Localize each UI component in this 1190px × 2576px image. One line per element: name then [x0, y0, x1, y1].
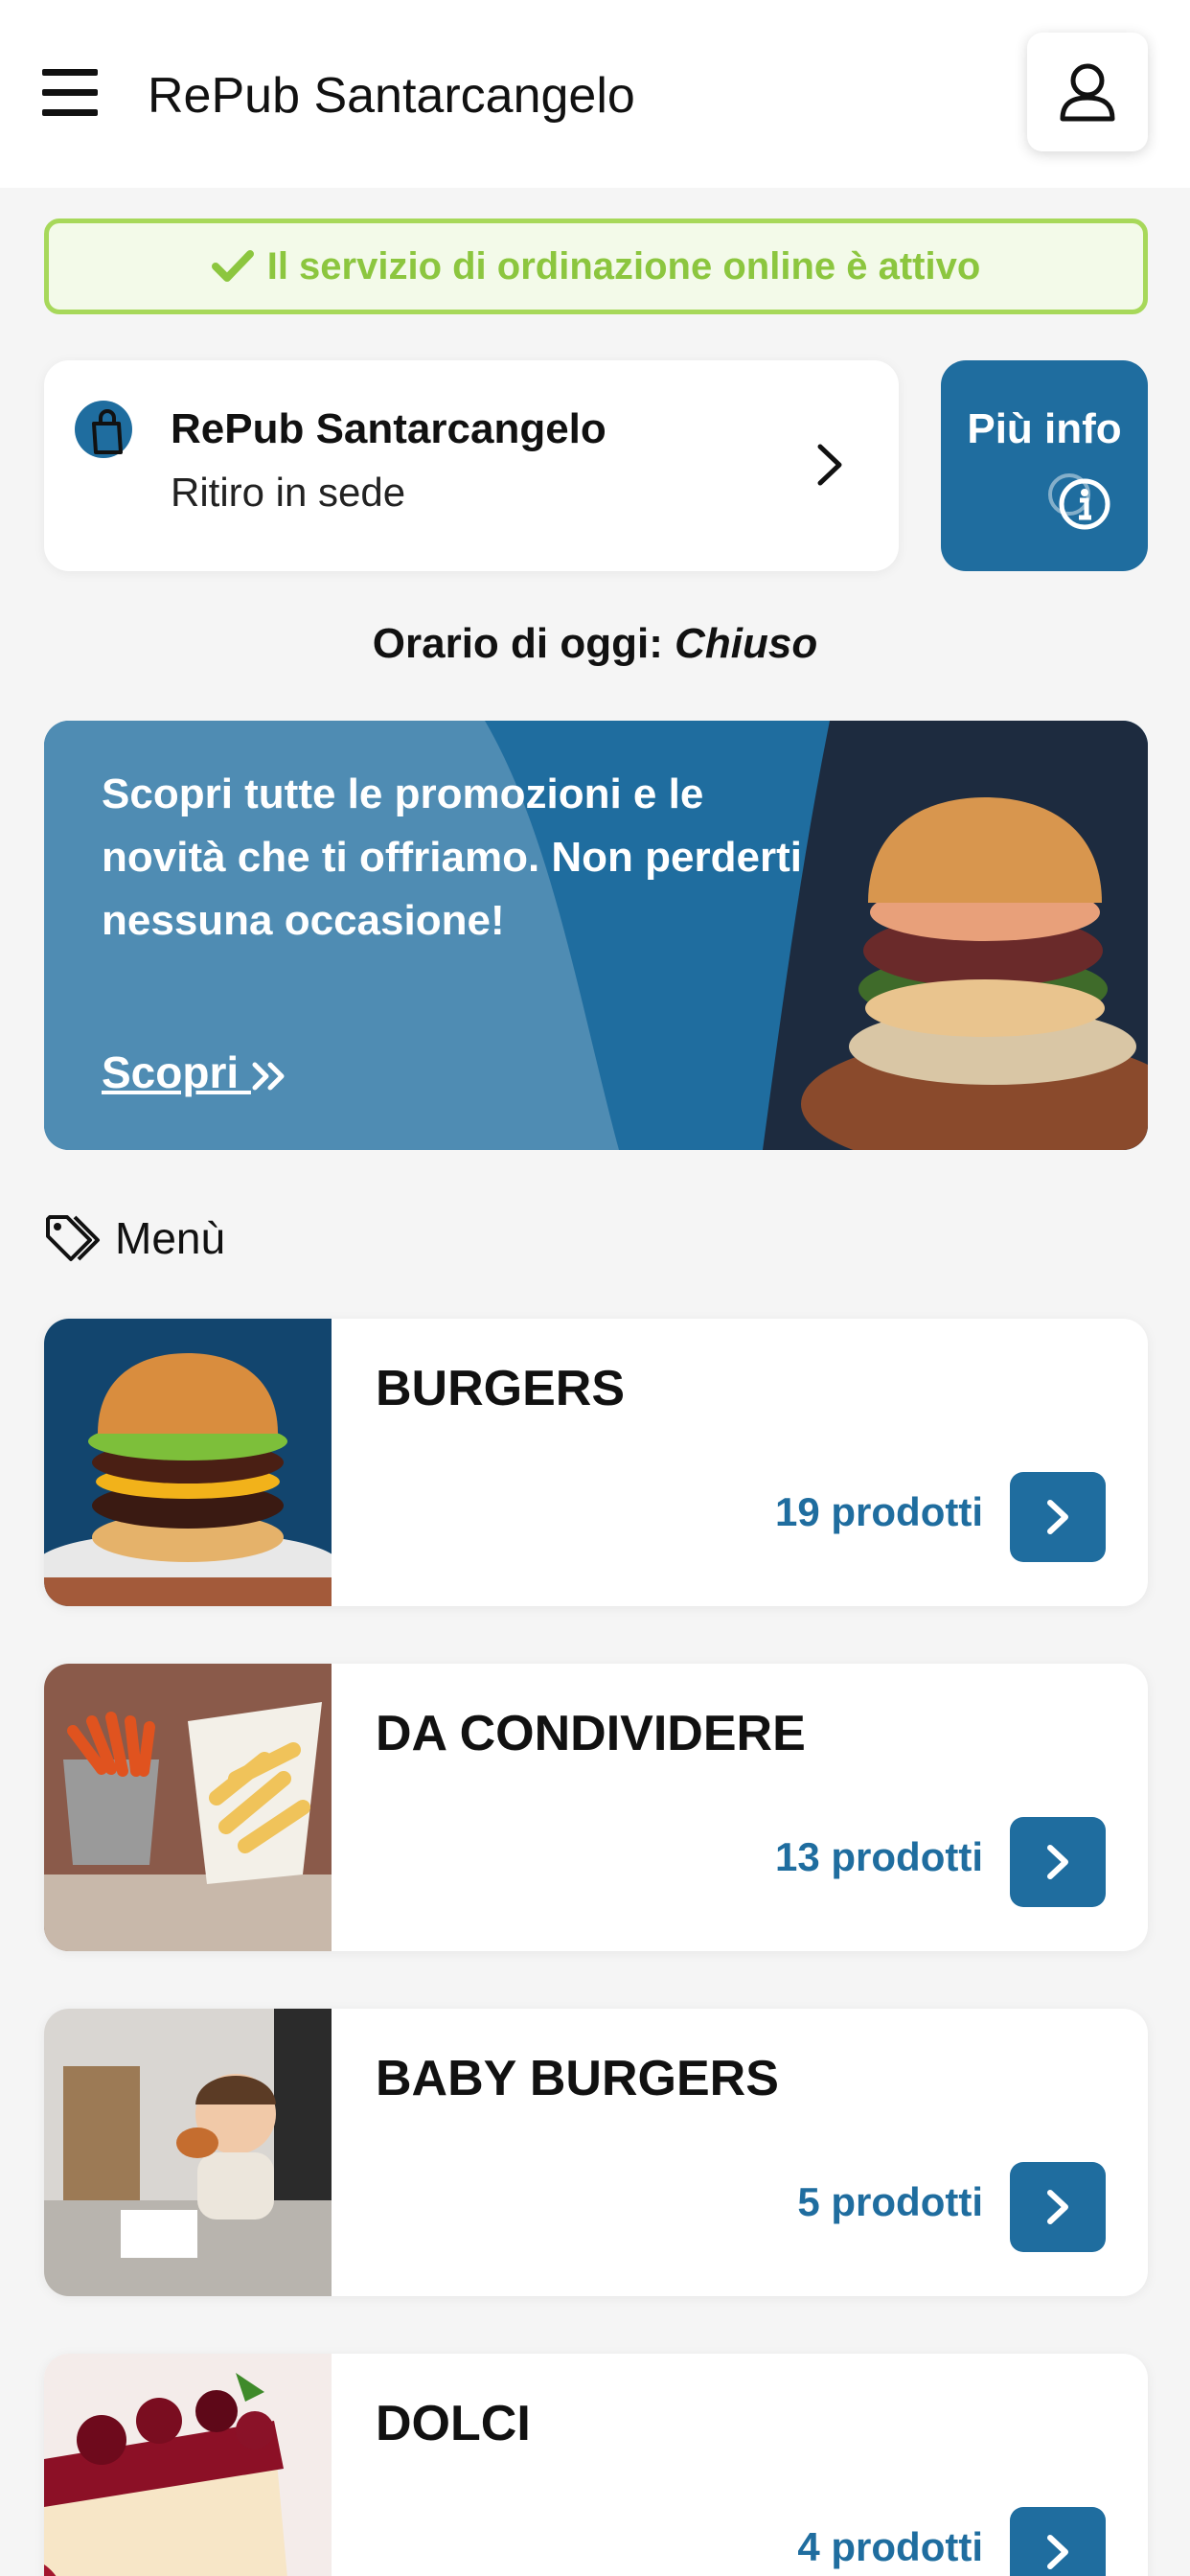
promo-discover-link[interactable]: Scopri: [102, 1046, 287, 1098]
category-name: BURGERS: [376, 1361, 626, 1416]
hours-label: Orario di oggi:: [372, 620, 663, 667]
service-status-text: Il servizio di ordinazione online è atti…: [266, 244, 981, 288]
category-name: DOLCI: [376, 2396, 531, 2451]
user-button[interactable]: [1027, 33, 1148, 151]
opening-hours: Orario di oggi: Chiuso: [0, 617, 1190, 671]
fries-image: [44, 1664, 332, 1951]
open-category-button[interactable]: [1010, 1472, 1106, 1562]
menu-heading: Menù: [44, 1209, 225, 1267]
service-status-banner: Il servizio di ordinazione online è atti…: [44, 218, 1148, 314]
chevron-right-icon: [817, 444, 842, 486]
open-category-button[interactable]: [1010, 2162, 1106, 2252]
more-info-button[interactable]: Più info: [941, 360, 1148, 571]
promo-link-label: Scopri: [102, 1047, 251, 1097]
category-count: 19 prodotti: [775, 1489, 983, 1534]
category-count: 13 prodotti: [775, 1834, 983, 1879]
dolci-image: [44, 2354, 332, 2576]
promo-banner[interactable]: Scopri tutte le promozioni e le novità c…: [44, 721, 1148, 1150]
category-card-baby-burgers[interactable]: BABY BURGERS 5 prodotti: [44, 2009, 1148, 2296]
tags-icon: [46, 1215, 100, 1261]
burgers-image: [44, 1319, 332, 1606]
hours-value: Chiuso: [675, 620, 818, 667]
pickup-location-name: RePub Santarcangelo: [171, 405, 606, 452]
chevron-right-icon: [1047, 1845, 1068, 1879]
more-info-label: Più info: [967, 405, 1122, 452]
double-chevron-right-icon: [252, 1062, 285, 1091]
open-category-button[interactable]: [1010, 1817, 1106, 1907]
check-icon: [211, 250, 254, 282]
pickup-location-card[interactable]: RePub Santarcangelo Ritiro in sede: [44, 360, 899, 571]
shopping-bag-icon: [75, 401, 132, 458]
open-category-button[interactable]: [1010, 2507, 1106, 2576]
chevron-right-icon: [1047, 2535, 1068, 2569]
menu-heading-label: Menù: [115, 1213, 226, 1263]
category-card-dolci[interactable]: DOLCI 4 prodotti: [44, 2354, 1148, 2576]
chevron-right-icon: [1047, 2190, 1068, 2224]
app-header: RePub Santarcangelo: [0, 0, 1190, 188]
category-name: DA CONDIVIDERE: [376, 1706, 806, 1761]
user-icon: [1060, 63, 1115, 122]
info-icon: [1048, 473, 1110, 530]
hamburger-icon[interactable]: [42, 69, 100, 119]
category-name: BABY BURGERS: [376, 2051, 779, 2106]
category-count: 4 prodotti: [797, 2524, 983, 2569]
category-count: 5 prodotti: [797, 2179, 983, 2224]
baby-burgers-image: [44, 2009, 332, 2296]
category-card-burgers[interactable]: BURGERS 19 prodotti: [44, 1319, 1148, 1606]
chevron-right-icon: [1047, 1500, 1068, 1534]
page-title: RePub Santarcangelo: [148, 68, 635, 124]
pickup-mode: Ritiro in sede: [171, 470, 406, 515]
category-card-da-condividere[interactable]: DA CONDIVIDERE 13 prodotti: [44, 1664, 1148, 1951]
promo-text: Scopri tutte le promozioni e le novità c…: [102, 770, 802, 944]
